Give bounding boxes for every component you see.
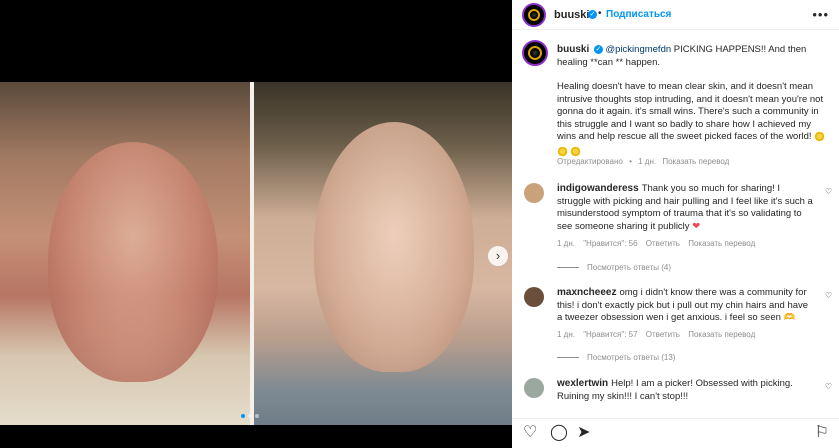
- caption-mention[interactable]: @pickingmefdn: [606, 44, 672, 55]
- caption-paragraph-text: Healing doesn't have to mean clear skin,…: [557, 81, 824, 143]
- like-comment-icon[interactable]: ♡: [825, 382, 832, 391]
- meta-dot: •: [629, 157, 632, 166]
- before-photo: [0, 82, 250, 425]
- translate-link[interactable]: Показать перевод: [688, 330, 755, 339]
- caption-age: 1 дн.: [638, 157, 657, 166]
- post-media: ›: [0, 0, 512, 448]
- reply-button[interactable]: Ответить: [646, 330, 680, 339]
- like-comment-icon[interactable]: ♡: [825, 291, 832, 300]
- verified-icon: ✓: [593, 44, 603, 54]
- red-heart-emoji-icon: ❤: [692, 220, 701, 232]
- sun-emoji-icon: [814, 131, 826, 142]
- like-icon[interactable]: ♡: [523, 423, 537, 443]
- follow-button[interactable]: Подписаться: [606, 9, 671, 20]
- comment-avatar[interactable]: [524, 287, 544, 307]
- carousel-dot-active: [241, 414, 245, 418]
- sun-emoji-icon: [570, 145, 581, 157]
- comment-avatar[interactable]: [524, 378, 544, 398]
- caption-username[interactable]: buuski: [557, 44, 589, 55]
- sun-emoji-icon: [557, 145, 568, 157]
- reply-button[interactable]: Ответить: [646, 239, 680, 248]
- carousel-dot: [248, 414, 252, 418]
- comment-text: wexlertwin Help! I am a picker! Obsessed …: [557, 378, 815, 403]
- verified-icon: ✓: [588, 10, 597, 19]
- caption-text: buuski ✓ @pickingmefdn PICKING HAPPENS!!…: [557, 44, 829, 157]
- after-photo: [254, 82, 512, 425]
- emoji-row: [557, 145, 829, 157]
- post-action-bar: ♡ ◯ ➤ ⚐: [512, 418, 839, 448]
- caption-avatar[interactable]: [522, 40, 548, 66]
- caption-meta: Отредактировано • 1 дн. Показать перевод: [557, 157, 733, 166]
- save-icon[interactable]: ⚐: [815, 423, 829, 443]
- share-icon[interactable]: ➤: [577, 423, 590, 443]
- comment-username[interactable]: indigowanderess: [557, 183, 639, 194]
- comment-text: maxncheeez omg i didn't know there was a …: [557, 287, 815, 325]
- view-replies-button[interactable]: Посмотреть ответы (13): [557, 353, 675, 362]
- comment-text: indigowanderess Thank you so much for sha…: [557, 183, 815, 233]
- like-comment-icon[interactable]: ♡: [825, 187, 832, 196]
- comment-likes[interactable]: "Нравится": 57: [583, 330, 637, 339]
- author-avatar[interactable]: [522, 3, 546, 27]
- comment-meta: 1 дн. "Нравится": 57 Ответить Показать п…: [557, 330, 761, 339]
- comment-username[interactable]: wexlertwin: [557, 378, 608, 389]
- more-options-icon[interactable]: •••: [812, 7, 829, 22]
- author-username[interactable]: buuski: [554, 9, 589, 21]
- header-separator: •: [598, 8, 602, 19]
- caption-paragraph: Healing doesn't have to mean clear skin,…: [557, 81, 829, 144]
- comment-username[interactable]: maxncheeez: [557, 287, 616, 298]
- comment-avatar[interactable]: [524, 183, 544, 203]
- caption-translate-link[interactable]: Показать перевод: [662, 157, 729, 166]
- post-header: buuski ✓ • Подписаться •••: [512, 0, 839, 30]
- view-replies-button[interactable]: Посмотреть ответы (4): [557, 263, 671, 272]
- face-before: [48, 142, 218, 382]
- translate-link[interactable]: Показать перевод: [688, 239, 755, 248]
- post-side-panel: buuski ✓ • Подписаться ••• buuski ✓ @pic…: [512, 0, 839, 448]
- comment-meta: 1 дн. "Нравится": 56 Ответить Показать п…: [557, 239, 761, 248]
- carousel-dots: [241, 414, 259, 418]
- comment-age: 1 дн.: [557, 239, 575, 248]
- comment-icon[interactable]: ◯: [550, 423, 568, 443]
- face-after: [314, 122, 474, 372]
- edited-label: Отредактировано: [557, 157, 623, 166]
- carousel-dot: [255, 414, 259, 418]
- comment-likes[interactable]: "Нравится": 56: [583, 239, 637, 248]
- comment-age: 1 дн.: [557, 330, 575, 339]
- next-slide-button[interactable]: ›: [488, 246, 508, 266]
